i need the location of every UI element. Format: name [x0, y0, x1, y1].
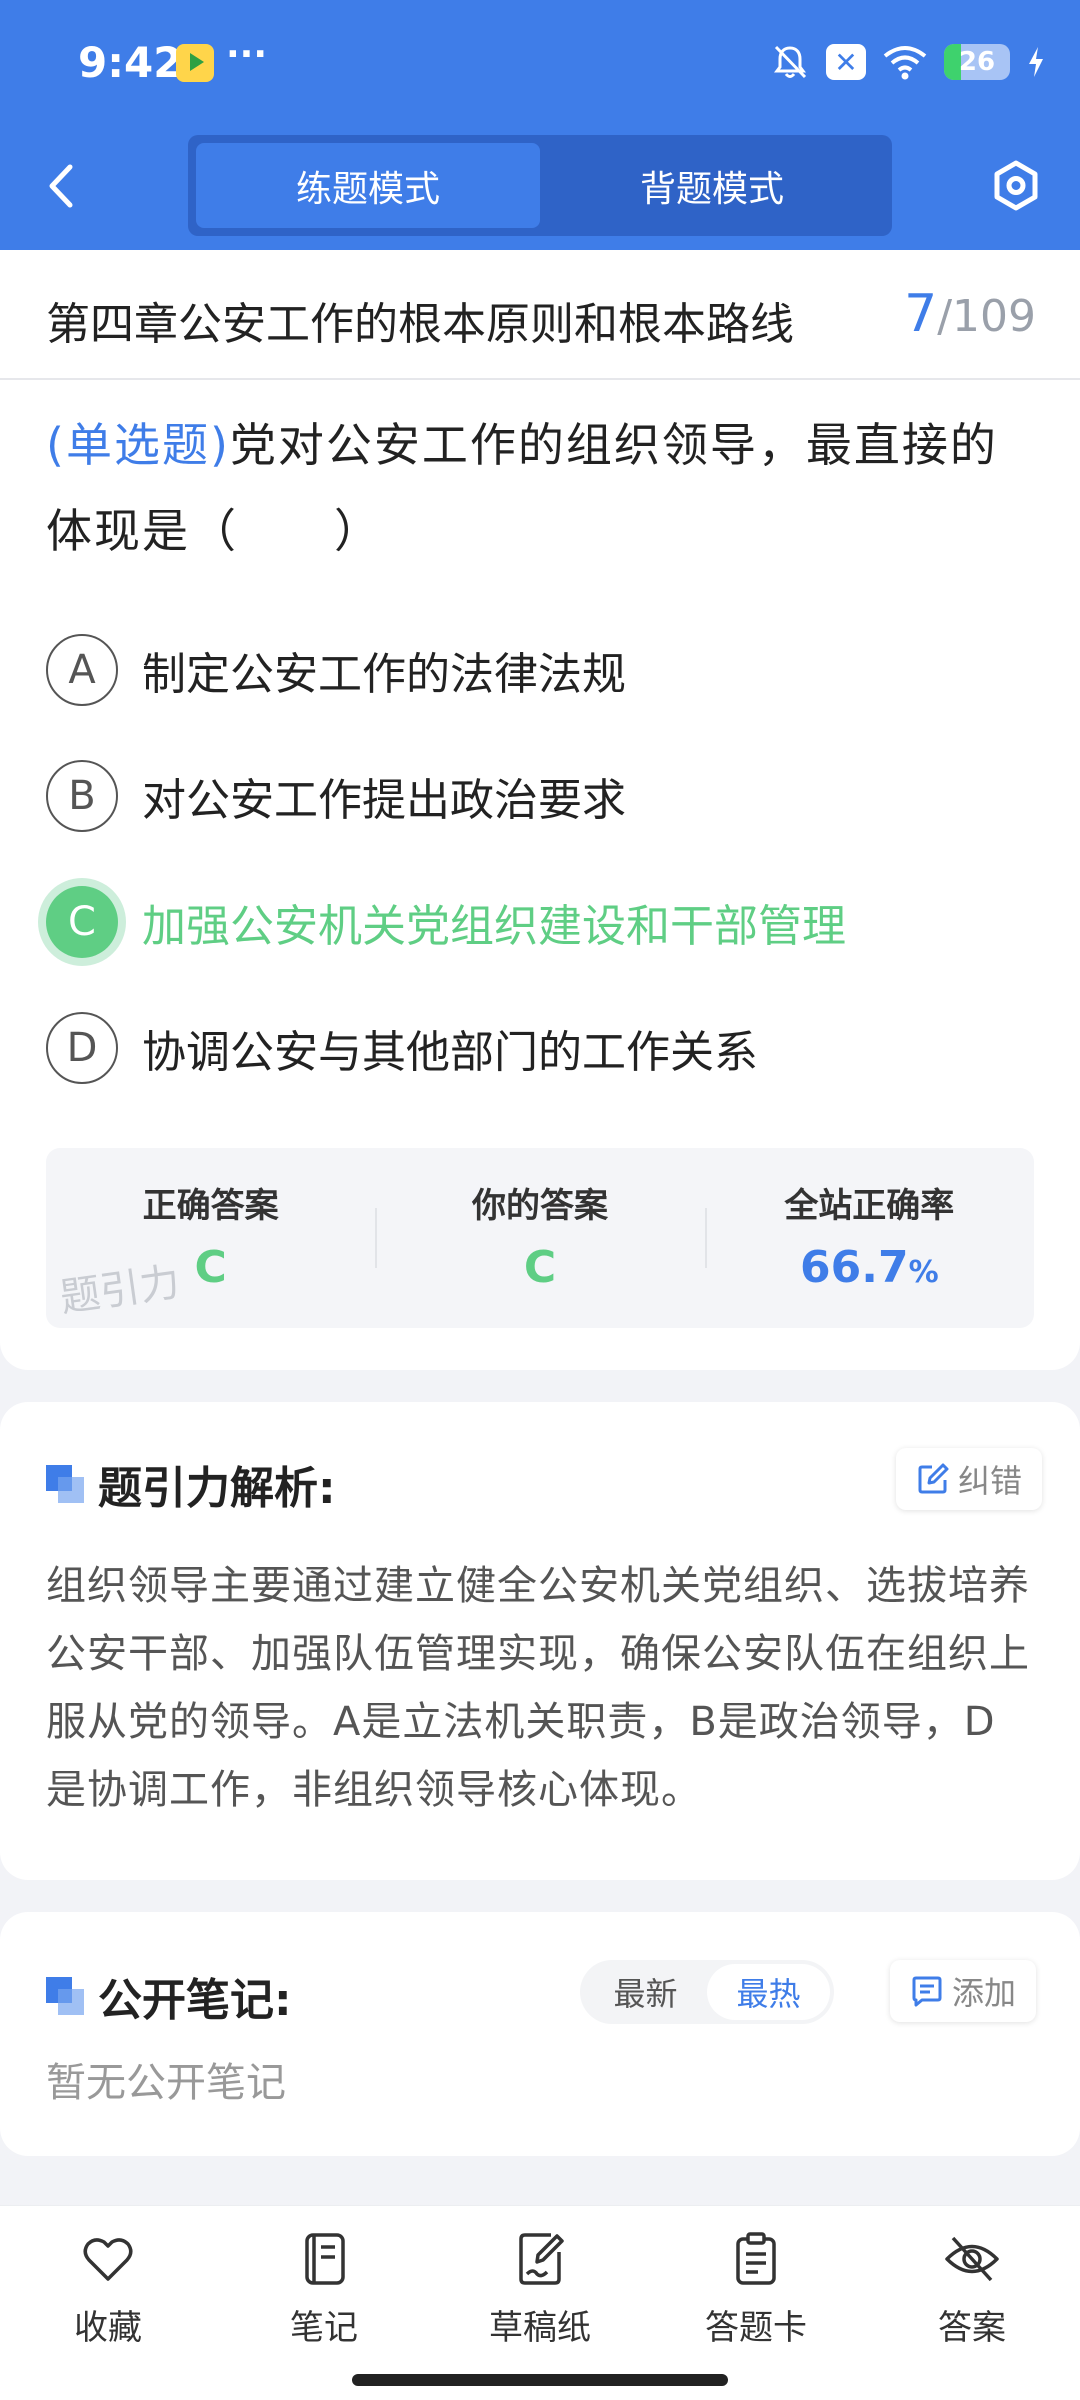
- question-progress: 7/109: [904, 284, 1036, 344]
- screen: 9:42 ··· ✕ 26 练题模式 背题模式 第四章公安工作的根本原则和根本路…: [0, 0, 1080, 2400]
- app-notification-icon: [176, 44, 214, 82]
- wifi-icon: [883, 46, 927, 80]
- battery-level: 26: [958, 47, 996, 77]
- nav-answer-label: 答案: [938, 2308, 1006, 2348]
- option-c[interactable]: C 加强公安机关党组织建设和干部管理: [46, 872, 1036, 972]
- progress-separator: /: [937, 291, 953, 342]
- notes-title: 公开笔记:: [98, 1975, 292, 2026]
- add-note-button[interactable]: 添加: [890, 1960, 1037, 2022]
- accuracy-unit: %: [908, 1255, 939, 1290]
- close-badge-icon: ✕: [826, 44, 866, 80]
- bottom-nav: 收藏 笔记 草稿纸 答题卡 答案: [0, 2205, 1080, 2400]
- option-letter: B: [46, 760, 118, 832]
- status-icons: ✕ 26: [770, 40, 1046, 84]
- bell-muted-icon: [774, 45, 807, 79]
- sort-tab-latest[interactable]: 最新: [584, 1964, 707, 2020]
- site-accuracy-value: 66.7%: [705, 1242, 1034, 1293]
- analysis-title: 题引力解析:: [98, 1463, 336, 1514]
- option-d[interactable]: D 协调公安与其他部门的工作关系: [46, 998, 1036, 1098]
- correct-answer-label: 正确答案: [142, 1186, 279, 1226]
- question-card: (单选题)党对公安工作的组织领导，最直接的体现是（ ） A 制定公安工作的法律法…: [0, 380, 1080, 1370]
- charging-bolt-icon: [1029, 47, 1043, 77]
- option-letter: A: [46, 634, 118, 706]
- site-accuracy-col: 全站正确率 66.7%: [704, 1148, 1034, 1328]
- notes-header: 公开笔记:: [46, 1964, 292, 2028]
- nav-bar: 练题模式 背题模式: [0, 125, 1080, 250]
- answer-summary: 正确答案 C 题引力 你的答案 C 全站正确率 66.7%: [46, 1148, 1034, 1328]
- section-square-icon: [46, 1465, 84, 1503]
- battery-icon: 26: [944, 44, 1010, 80]
- nav-answer-card-label: 答题卡: [705, 2308, 807, 2348]
- heart-icon: [83, 2238, 133, 2281]
- eye-off-icon: [945, 2236, 999, 2282]
- analysis-header: 题引力解析:: [46, 1452, 336, 1516]
- notes-sort-switch: 最新 最热: [580, 1960, 834, 2024]
- notes-card: 公开笔记: 最新 最热 添加 暂无公开笔记: [0, 1912, 1080, 2156]
- nav-favorite-label: 收藏: [74, 2308, 142, 2348]
- more-notifications-icon: ···: [226, 34, 268, 75]
- accuracy-number: 66.7: [800, 1242, 909, 1293]
- option-text: 制定公安工作的法律法规: [142, 649, 626, 700]
- header: 9:42 ··· ✕ 26 练题模式 背题模式: [0, 0, 1080, 250]
- site-accuracy-label: 全站正确率: [784, 1186, 955, 1226]
- empty-notes-text: 暂无公开笔记: [46, 2060, 286, 2106]
- correct-answer-col: 正确答案 C 题引力: [46, 1148, 375, 1328]
- nav-notes[interactable]: 笔记: [249, 2230, 399, 2349]
- question-type: (单选题): [46, 418, 230, 472]
- analysis-text: 组织领导主要通过建立健全公安机关党组织、选拔培养公安干部、加强队伍管理实现，确保…: [46, 1563, 1030, 1813]
- status-bar: 9:42 ··· ✕ 26: [0, 0, 1080, 125]
- tab-memorize-mode[interactable]: 背题模式: [540, 143, 884, 228]
- report-error-label: 纠错: [958, 1462, 1023, 1500]
- tab-practice-mode[interactable]: 练题模式: [196, 143, 540, 228]
- section-square-icon: [46, 1977, 84, 2015]
- report-error-button[interactable]: 纠错: [896, 1448, 1043, 1510]
- nav-answer[interactable]: 答案: [897, 2230, 1047, 2349]
- analysis-card: 题引力解析: 纠错 组织领导主要通过建立健全公安机关党组织、选拔培养公安干部、加…: [0, 1402, 1080, 1880]
- home-indicator[interactable]: [352, 2374, 728, 2386]
- question-stem: (单选题)党对公安工作的组织领导，最直接的体现是（ ）: [46, 402, 1036, 574]
- option-letter: C: [46, 886, 118, 958]
- total-questions: 109: [952, 291, 1036, 342]
- option-text: 协调公安与其他部门的工作关系: [142, 1027, 758, 1078]
- nav-answer-card[interactable]: 答题卡: [681, 2230, 831, 2349]
- option-letter: D: [46, 1012, 118, 1084]
- notebook-icon: [305, 2233, 345, 2285]
- nav-draft[interactable]: 草稿纸: [465, 2230, 615, 2349]
- status-time: 9:42: [78, 38, 183, 87]
- sort-tab-hottest[interactable]: 最热: [707, 1964, 830, 2020]
- comment-icon: [912, 1976, 942, 2007]
- add-note-label: 添加: [952, 1974, 1017, 2012]
- current-question-number: 7: [904, 284, 938, 344]
- draft-icon: [519, 2233, 564, 2285]
- nav-draft-label: 草稿纸: [489, 2308, 591, 2348]
- back-button[interactable]: [38, 155, 88, 217]
- answer-card-icon: [736, 2232, 776, 2285]
- option-text: 对公安工作提出政治要求: [142, 775, 626, 826]
- your-answer-col: 你的答案 C: [375, 1148, 704, 1328]
- your-answer-label: 你的答案: [471, 1186, 608, 1226]
- option-b[interactable]: B 对公安工作提出政治要求: [46, 746, 1036, 846]
- option-a[interactable]: A 制定公安工作的法律法规: [46, 620, 1036, 720]
- nav-favorite[interactable]: 收藏: [33, 2230, 183, 2349]
- settings-button[interactable]: [988, 155, 1044, 217]
- mode-switch: 练题模式 背题模式: [188, 135, 892, 236]
- your-answer-value: C: [523, 1242, 557, 1293]
- chapter-title: 第四章公安工作的根本原则和根本路线: [46, 299, 794, 350]
- chapter-bar: 第四章公安工作的根本原则和根本路线 7/109: [0, 250, 1080, 380]
- nav-notes-label: 笔记: [290, 2308, 358, 2348]
- option-text: 加强公安机关党组织建设和干部管理: [142, 901, 846, 952]
- edit-icon: [918, 1463, 949, 1494]
